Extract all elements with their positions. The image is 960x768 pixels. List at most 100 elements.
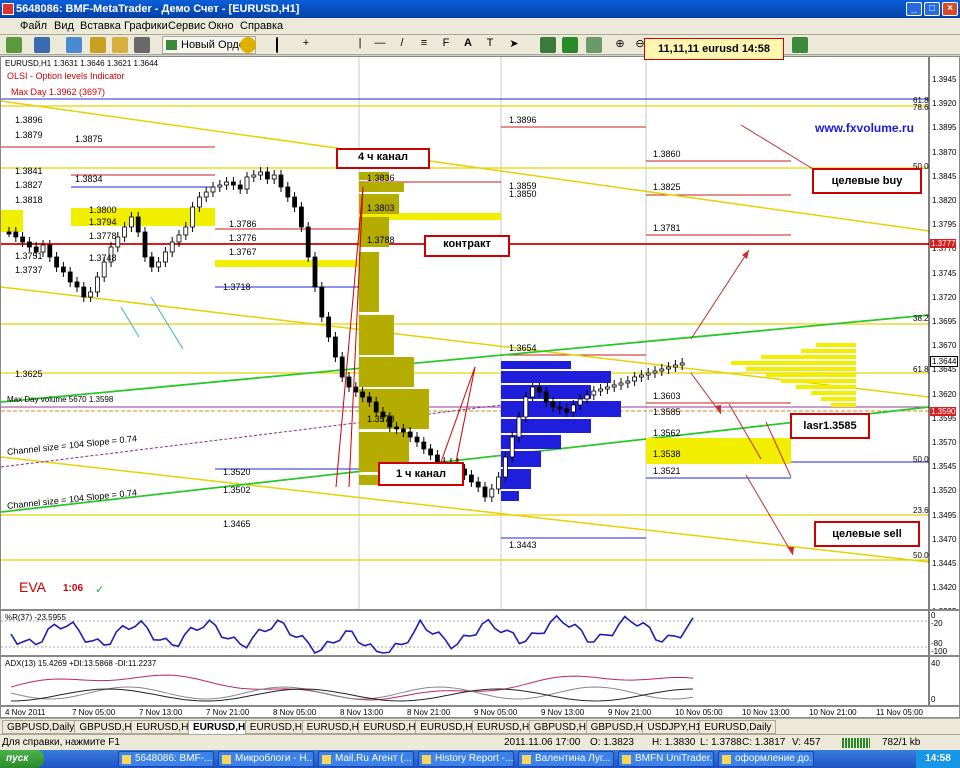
- window-title: 5648086: BMF-MetaTrader - Демо Счет - [E…: [16, 3, 300, 15]
- menu-view[interactable]: Вид: [54, 20, 74, 32]
- menu-help[interactable]: Справка: [240, 20, 283, 32]
- bar-chart-icon[interactable]: [540, 37, 556, 53]
- time-tick: 9 Nov 21:00: [608, 708, 652, 717]
- taskbar-task[interactable]: 5648086: BMF-...: [118, 751, 214, 767]
- candle-body: [237, 184, 243, 190]
- menu-insert[interactable]: Вставка: [80, 20, 121, 32]
- adx-indicator-panel[interactable]: ADX(13) 15.4269 +DI:13.5868 -DI:11.2237 …: [0, 656, 960, 706]
- maximize-button[interactable]: □: [924, 2, 940, 16]
- price-tick: 1.3720: [932, 292, 957, 302]
- menu-file[interactable]: Файл: [20, 20, 47, 32]
- candle-body: [278, 174, 284, 188]
- level-label: 1.3718: [223, 282, 251, 292]
- fibo-icon[interactable]: F: [438, 37, 454, 53]
- vertical-line-icon[interactable]: |: [352, 37, 368, 53]
- market-watch-icon[interactable]: [66, 37, 82, 53]
- candle-body: [639, 374, 644, 378]
- window-titlebar: 5648086: BMF-MetaTrader - Демо Счет - [E…: [0, 0, 960, 18]
- taskbar-task[interactable]: Mail.Ru Агент (...: [318, 751, 414, 767]
- candle-body: [13, 231, 19, 238]
- eva-label: EVA: [19, 579, 46, 595]
- candle-body: [543, 391, 549, 403]
- fib-label: 78.6: [913, 103, 929, 112]
- candle-body: [135, 216, 141, 233]
- brand-url[interactable]: www.fxvolume.ru: [815, 121, 914, 135]
- time-tick: 10 Nov 21:00: [809, 708, 857, 717]
- zoom-in-icon[interactable]: ⊕: [612, 37, 628, 53]
- candle-body: [489, 488, 495, 498]
- horizontal-line-icon[interactable]: —: [372, 37, 388, 53]
- tester-icon[interactable]: [134, 37, 150, 53]
- taskbar-task[interactable]: BMFN UniTrader...: [618, 751, 714, 767]
- check-icon: ✓: [95, 584, 105, 596]
- taskbar-task[interactable]: оформление до...: [718, 751, 814, 767]
- candle-body: [591, 390, 597, 396]
- minimize-button[interactable]: _: [906, 2, 922, 16]
- time-tick: 8 Nov 13:00: [340, 708, 384, 717]
- candle-body: [502, 456, 508, 478]
- taskbar-task[interactable]: Микроблоги - Н...: [218, 751, 314, 767]
- callout-contract: контракт: [424, 235, 510, 257]
- arrows-icon[interactable]: ➤: [506, 37, 522, 53]
- level-label: 1.3562: [653, 428, 681, 438]
- chart-tab[interactable]: EURUSD,Daily: [699, 720, 777, 734]
- callout-4h-channel: 4 ч канал: [336, 148, 430, 169]
- chart-tab[interactable]: GBPUSD,Daily: [2, 720, 80, 734]
- price-tick: 1.3620: [932, 389, 957, 399]
- time-axis: 4 Nov 2011 7 Nov 05:00 7 Nov 13:00 7 Nov 21…: [0, 706, 960, 718]
- candles-icon[interactable]: [562, 37, 578, 53]
- level-label: 1.3896: [509, 115, 537, 125]
- taskbar-task[interactable]: Валентина Луг...: [518, 751, 614, 767]
- price-tick: 1.3670: [932, 341, 957, 351]
- candle-body: [666, 366, 671, 370]
- taskbar-task[interactable]: History Report -...: [418, 751, 514, 767]
- candle-body: [421, 441, 427, 450]
- autotrading-icon[interactable]: [240, 37, 256, 53]
- label-icon[interactable]: T: [482, 37, 498, 53]
- price-tick: 1.3945: [932, 75, 957, 84]
- cursor-icon[interactable]: [276, 37, 292, 53]
- menu-tools[interactable]: Сервис: [168, 20, 206, 32]
- candle-body: [264, 171, 270, 180]
- start-button[interactable]: пуск: [0, 750, 44, 768]
- candle-body: [285, 186, 291, 198]
- toolbar: Новый Ордер + | — / ≡ F A T ➤ ⊕ ⊖: [0, 35, 960, 55]
- candle-body: [673, 364, 678, 368]
- profiles-icon[interactable]: [34, 37, 50, 53]
- terminal-icon[interactable]: [112, 37, 128, 53]
- candle-body: [394, 426, 400, 430]
- crosshair-icon[interactable]: +: [298, 37, 314, 53]
- candle-body: [428, 448, 434, 456]
- max-day-volume-label: Max Day volume 5670 1.3598: [7, 395, 114, 404]
- level-label: 1.3751: [15, 251, 43, 261]
- level-label: 1.3836: [367, 173, 395, 183]
- candle-body: [550, 401, 556, 408]
- chart-tab[interactable]: USDJPY,H1: [642, 720, 707, 734]
- candle-body: [414, 436, 420, 443]
- candle-body: [88, 291, 93, 298]
- level-label: 1.3654: [509, 343, 537, 353]
- line-chart-icon[interactable]: [586, 37, 602, 53]
- fib-label: 61.8: [913, 365, 929, 374]
- candle-body: [584, 394, 590, 400]
- price-tick: 1.3795: [932, 220, 957, 230]
- max-day-label: Max Day 1.3962 (3697): [11, 87, 106, 97]
- menu-charts[interactable]: Графики: [124, 20, 168, 32]
- level-label: 1.3781: [653, 223, 681, 233]
- new-chart-icon[interactable]: [6, 37, 22, 53]
- level-label: 1.3818: [15, 195, 43, 205]
- menu-window[interactable]: Окно: [208, 20, 234, 32]
- trendline-icon[interactable]: /: [394, 37, 410, 53]
- close-button[interactable]: ×: [942, 2, 958, 16]
- wpr-indicator-panel[interactable]: %R(37) -23.5955 0 -20 -80 -100: [0, 610, 960, 656]
- level-label: 1.3875: [75, 134, 103, 144]
- text-icon[interactable]: A: [460, 37, 476, 53]
- level-label: 1.3827: [15, 180, 43, 190]
- indicator-olsi-label: OLSI - Option levels Indicator: [7, 71, 125, 81]
- connection-icon: [842, 738, 870, 748]
- candle-body: [652, 370, 658, 374]
- periods-icon[interactable]: [792, 37, 808, 53]
- navigator-icon[interactable]: [90, 37, 106, 53]
- candle-body: [537, 386, 542, 393]
- channel-icon[interactable]: ≡: [416, 37, 432, 53]
